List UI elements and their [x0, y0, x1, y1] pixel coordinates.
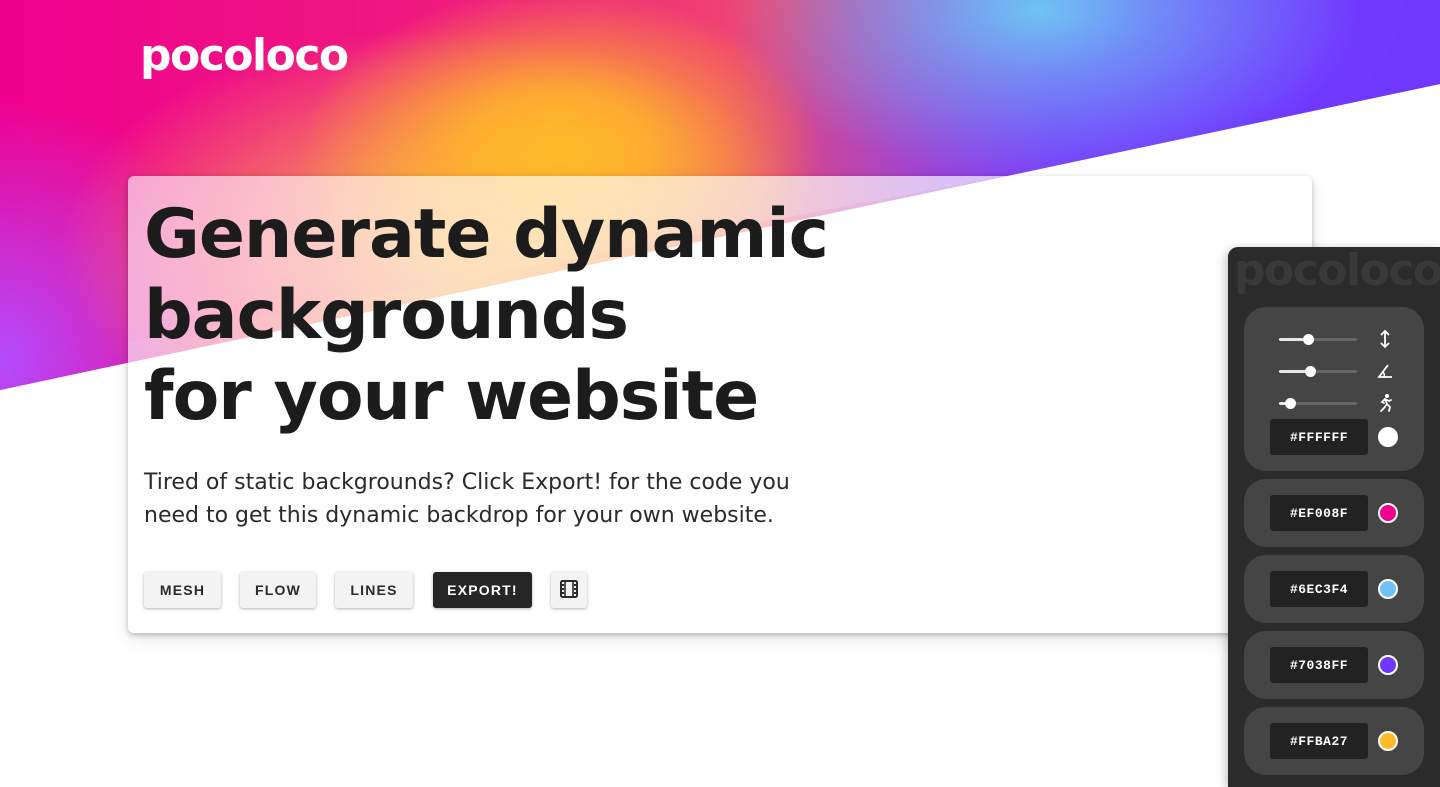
color-group-3: #6EC3F4 [1244, 555, 1424, 623]
color-swatch-3[interactable] [1378, 579, 1398, 599]
color-swatch-4[interactable] [1378, 655, 1398, 675]
color-swatch-1[interactable] [1378, 427, 1398, 447]
mesh-button[interactable]: MESH [144, 572, 221, 608]
headline-line-2: backgrounds [144, 276, 629, 355]
vertical-arrows-icon [1374, 329, 1396, 349]
color-hex-field-5[interactable]: #FFBA27 [1270, 723, 1368, 759]
angle-icon [1374, 361, 1396, 381]
fullscreen-button[interactable] [551, 572, 587, 608]
color-swatch-2[interactable] [1378, 503, 1398, 523]
logo[interactable]: pocoloco [140, 30, 349, 81]
scale-slider-row [1244, 329, 1424, 349]
headline-line-1: Generate dynamic [144, 195, 829, 274]
angle-slider-thumb[interactable] [1305, 366, 1317, 377]
export-button[interactable]: EXPORT! [433, 572, 532, 608]
color-hex-field-3[interactable]: #6EC3F4 [1270, 571, 1368, 607]
color-group-5: #FFBA27 [1244, 707, 1424, 775]
scale-slider-thumb[interactable] [1302, 334, 1314, 345]
color-swatch-5[interactable] [1378, 731, 1398, 751]
flow-button[interactable]: FLOW [240, 572, 316, 608]
film-icon [559, 579, 579, 602]
angle-slider-row [1244, 361, 1424, 381]
speed-slider-row [1244, 393, 1424, 413]
speed-slider[interactable] [1279, 398, 1357, 409]
color-hex-field-2[interactable]: #EF008F [1270, 495, 1368, 531]
headline-line-3: for your website [144, 357, 759, 436]
running-person-icon [1374, 393, 1396, 413]
hero-headline: Generate dynamic backgrounds for your we… [144, 194, 864, 437]
color-group-4: #7038FF [1244, 631, 1424, 699]
lines-button[interactable]: LINES [335, 572, 413, 608]
hero-subtext: Tired of static backgrounds? Click Expor… [144, 470, 790, 528]
color-hex-field-4[interactable]: #7038FF [1270, 647, 1368, 683]
panel-watermark-logo: pocoloco [1234, 247, 1440, 296]
page: pocoloco Generate dynamic backgrounds fo… [0, 0, 1440, 787]
color-group-2: #EF008F [1244, 479, 1424, 547]
hero-card: Generate dynamic backgrounds for your we… [128, 176, 1312, 633]
scale-slider[interactable] [1279, 334, 1357, 345]
speed-slider-thumb[interactable] [1284, 398, 1296, 409]
angle-slider[interactable] [1279, 366, 1357, 377]
settings-panel: pocoloco #FFFFFF #EF008F #6EC3F4 #7038FF… [1228, 247, 1440, 787]
color-hex-field-1[interactable]: #FFFFFF [1270, 419, 1368, 455]
controls-group: #FFFFFF [1244, 307, 1424, 471]
